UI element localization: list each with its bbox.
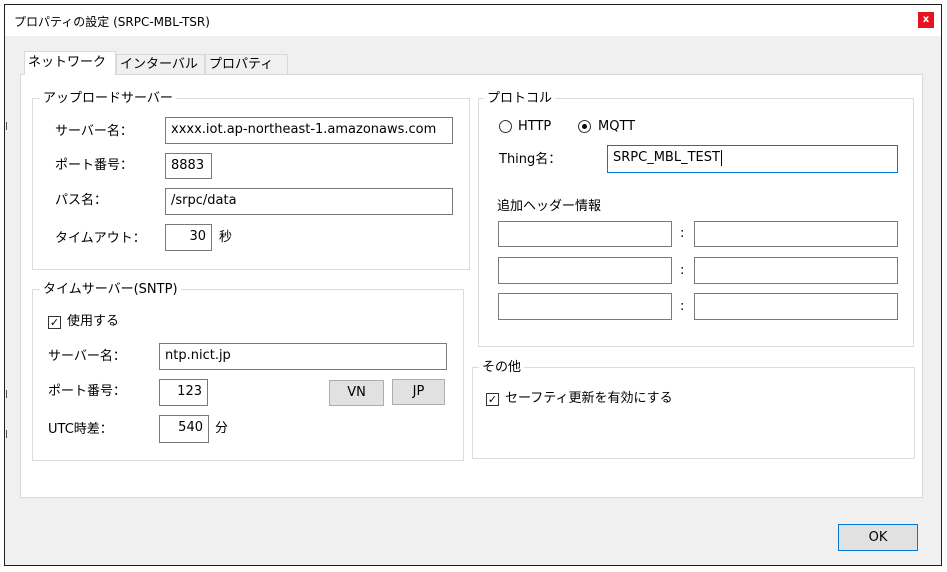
thing-name-input[interactable]: SRPC_MBL_TEST bbox=[607, 145, 898, 173]
edge-mark bbox=[6, 122, 7, 130]
sntp-port-input[interactable]: 123 bbox=[159, 379, 208, 406]
upload-server-name-label: サーバー名： bbox=[55, 124, 133, 139]
thing-name-label: Thing名： bbox=[499, 152, 562, 167]
header-separator: : bbox=[680, 299, 685, 314]
tab-network[interactable]: ネットワーク bbox=[24, 51, 116, 75]
jp-button[interactable]: JP bbox=[392, 379, 445, 405]
mqtt-label: MQTT bbox=[598, 119, 636, 134]
header-separator: : bbox=[680, 263, 685, 278]
header-value-input-3[interactable] bbox=[694, 293, 898, 320]
sntp-server-name-input[interactable]: ntp.nict.jp bbox=[159, 343, 447, 370]
safety-update-label: セーフティ更新を有効にする bbox=[505, 391, 673, 406]
upload-server-name-input[interactable]: xxxx.iot.ap-northeast-1.amazonaws.com bbox=[165, 117, 453, 144]
close-button[interactable]: x bbox=[918, 12, 934, 28]
utc-offset-input[interactable]: 540 bbox=[159, 415, 209, 443]
upload-path-label: パス名： bbox=[55, 193, 108, 208]
check-icon: ✓ bbox=[49, 316, 60, 329]
window-title: プロパティの設定 (SRPC-MBL-TSR) bbox=[14, 15, 210, 29]
upload-server-legend: アップロードサーバー bbox=[40, 91, 176, 106]
extra-headers-label: 追加ヘッダー情報 bbox=[497, 199, 602, 214]
edge-mark bbox=[6, 390, 7, 398]
check-icon: ✓ bbox=[487, 393, 498, 406]
utc-offset-unit: 分 bbox=[215, 421, 229, 436]
upload-port-input[interactable]: 8883 bbox=[165, 153, 212, 179]
header-key-input-3[interactable] bbox=[498, 293, 672, 320]
header-key-input-1[interactable] bbox=[498, 221, 672, 247]
use-sntp-checkbox[interactable]: ✓ bbox=[48, 316, 61, 329]
upload-timeout-label: タイムアウト： bbox=[55, 231, 146, 246]
http-radio[interactable] bbox=[499, 120, 512, 133]
http-label: HTTP bbox=[518, 119, 552, 134]
header-value-input-1[interactable] bbox=[694, 221, 898, 247]
header-key-input-2[interactable] bbox=[498, 257, 672, 284]
vn-button[interactable]: VN bbox=[329, 380, 384, 406]
sntp-port-label: ポート番号： bbox=[48, 384, 127, 399]
use-sntp-label: 使用する bbox=[67, 314, 120, 329]
other-group bbox=[472, 367, 915, 459]
edge-mark bbox=[6, 430, 7, 438]
utc-offset-label: UTC時差： bbox=[48, 422, 113, 437]
tab-property[interactable]: プロパティ bbox=[205, 54, 288, 75]
safety-update-checkbox[interactable]: ✓ bbox=[486, 393, 499, 406]
text-caret bbox=[720, 149, 722, 166]
sntp-server-name-label: サーバー名： bbox=[48, 349, 126, 364]
ok-button[interactable]: OK bbox=[838, 524, 918, 551]
protocol-legend: プロトコル bbox=[484, 91, 556, 106]
upload-path-input[interactable]: /srpc/data bbox=[165, 188, 453, 215]
header-value-input-2[interactable] bbox=[694, 257, 898, 284]
other-legend: その他 bbox=[479, 360, 525, 375]
thing-name-value: SRPC_MBL_TEST bbox=[613, 150, 720, 165]
mqtt-radio[interactable] bbox=[578, 120, 591, 133]
time-server-legend: タイムサーバー(SNTP) bbox=[40, 282, 181, 297]
tab-interval[interactable]: インターバル bbox=[116, 54, 205, 75]
header-separator: : bbox=[680, 226, 685, 241]
upload-timeout-unit: 秒 bbox=[219, 230, 233, 245]
upload-port-label: ポート番号： bbox=[55, 158, 134, 173]
upload-timeout-input[interactable]: 30 bbox=[165, 224, 212, 251]
